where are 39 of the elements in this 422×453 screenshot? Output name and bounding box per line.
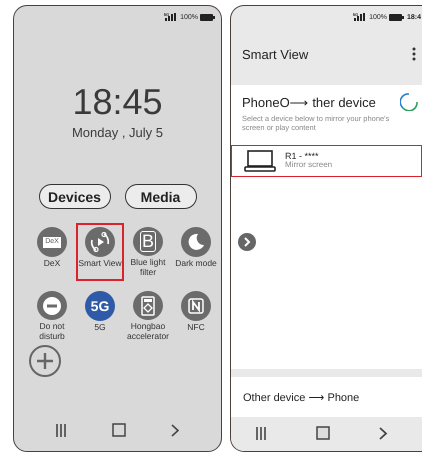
- highlighted-tile[interactable]: Smart View: [76, 223, 124, 281]
- loading-spinner-icon: [400, 93, 418, 111]
- home-icon[interactable]: [112, 423, 126, 437]
- clock-time: 18:45: [71, 84, 164, 120]
- play-icon: [89, 231, 111, 253]
- back-icon[interactable]: [171, 424, 180, 436]
- quick-tile[interactable]: B Blue light filter: [124, 223, 172, 281]
- option-label: Other device ⟶ Phone: [243, 390, 360, 404]
- add-icon[interactable]: [29, 345, 61, 377]
- signal-icon: [354, 13, 366, 21]
- letter-icon: B: [140, 231, 156, 252]
- battery-icon: [200, 14, 215, 20]
- quick-tile[interactable]: Do not disturb: [28, 287, 76, 345]
- quick-tile[interactable]: Hongbao accelerator: [124, 287, 172, 345]
- home-icon[interactable]: [316, 426, 330, 440]
- recent-apps-icon[interactable]: [54, 424, 67, 436]
- battery-icon: [388, 14, 404, 20]
- recent-apps-icon[interactable]: [255, 426, 268, 440]
- device-name: R1 - ****: [285, 152, 320, 161]
- network-label: 5G: [90, 298, 110, 314]
- nfc-icon: [188, 298, 204, 314]
- minus-circle-icon: [43, 296, 61, 315]
- tab[interactable]: Media: [124, 184, 196, 209]
- back-icon[interactable]: [378, 426, 388, 440]
- date-text: Monday , July 5: [70, 125, 164, 140]
- section-title: PhoneO⟶ ther device: [242, 94, 376, 110]
- signal-icon: [165, 13, 176, 21]
- more-options-icon[interactable]: [412, 47, 416, 61]
- other-option-card[interactable]: Other device ⟶ Phone: [231, 377, 422, 417]
- screen-title: Smart View: [242, 46, 308, 62]
- arrow-button-icon[interactable]: [238, 233, 256, 251]
- quick-tile[interactable]: NFC: [172, 287, 220, 345]
- quick-tile[interactable]: Dark mode: [172, 223, 220, 281]
- laptop-icon: [244, 150, 276, 172]
- device-subtitle: Mirror screen: [285, 161, 332, 170]
- moon-icon: [187, 233, 205, 251]
- quick-tile[interactable]: 5G 5G: [76, 287, 124, 345]
- tab[interactable]: Devices: [38, 184, 110, 209]
- device-row[interactable]: R1 - **** Mirror screen: [231, 144, 422, 177]
